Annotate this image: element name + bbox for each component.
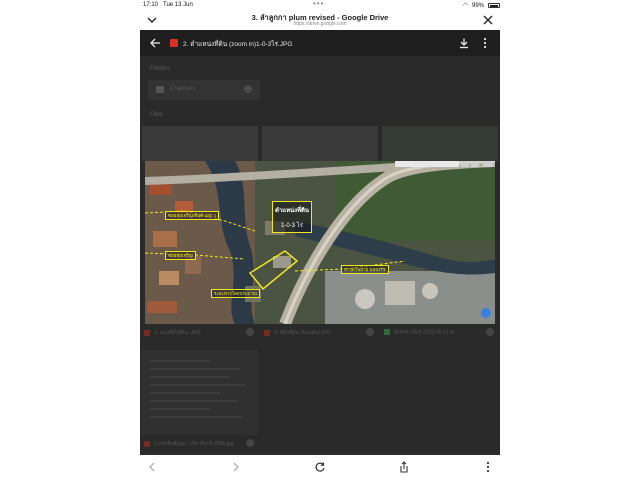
file-thumbnail[interactable]: [142, 126, 258, 161]
image-file-icon: [144, 440, 150, 447]
browser-header: 3. ลำลูกกา plum revised - Google Drive h…: [140, 10, 500, 30]
back-arrow-icon[interactable]: [149, 37, 161, 49]
reload-icon[interactable]: [314, 461, 326, 473]
image-file-icon: [264, 329, 270, 336]
map-callout: ตำแหน่งที่ดิน 1-0-3 ไร่: [272, 201, 312, 233]
image-file-icon: [144, 329, 150, 336]
map-label: ระยะทางโดยประมาณ: [211, 289, 260, 298]
files-heading: Files: [150, 112, 163, 118]
page-url: https://drive.google.com: [293, 21, 347, 27]
more-icon[interactable]: [366, 328, 374, 336]
file-caption: 2. ที่ตั้งที่ดิน (ซ้อนทับ) JPG: [264, 329, 331, 337]
battery-percent: 99%: [471, 2, 484, 9]
download-icon[interactable]: [458, 37, 470, 49]
viewer-toolbar: 2. ตำแหน่งที่ดิน (zoom in)1-0-3ไร่.JPG: [140, 30, 500, 56]
close-icon[interactable]: [482, 14, 494, 26]
more-icon[interactable]: [244, 85, 252, 93]
file-thumbnail[interactable]: [382, 126, 498, 161]
more-icon[interactable]: [486, 328, 494, 336]
file-thumbnail[interactable]: [142, 350, 258, 435]
file-caption: 1. แผนที่ตั้งที่ดิน .JPG: [144, 329, 201, 337]
file-caption: Screen Shot 2023-06-15 at: [384, 329, 454, 335]
more-icon[interactable]: [246, 439, 254, 447]
folder-item[interactable]: Channels: [148, 80, 260, 100]
folder-icon: [156, 86, 164, 93]
image-file-icon: [170, 39, 178, 47]
map-label: ทางด่วนสาย ฉลองรัช: [341, 265, 389, 274]
chevron-down-icon[interactable]: [146, 14, 158, 26]
map-label: ซอยลุ่มเจริญ: [165, 251, 196, 260]
folders-heading: Folders: [150, 66, 171, 72]
ipad-screen: 17:10 Tue 13 Jun ••• ◠ 99% 3. ลำลูกกา pl…: [0, 0, 640, 480]
more-vert-icon[interactable]: [482, 461, 494, 473]
file-caption: 3.หนังสือสัญญา 1ข้อ 20-06-2565.jpg: [144, 440, 233, 448]
more-vert-icon[interactable]: [480, 37, 490, 49]
callout-title: ตำแหน่งที่ดิน: [274, 208, 310, 214]
status-bar: 17:10 Tue 13 Jun ••• ◠ 99%: [0, 0, 640, 10]
forward-icon[interactable]: [230, 461, 242, 473]
back-icon[interactable]: [146, 461, 158, 473]
status-date: Tue 13 Jun: [163, 2, 193, 8]
image-preview[interactable]: ตำแหน่งที่ดิน 1-0-3 ไร่ ซอยลุ่มเจริญเซนต…: [145, 161, 495, 324]
callout-area: 1-0-3 ไร่: [281, 223, 303, 229]
browser-bottom-toolbar: [140, 455, 500, 480]
map-label: ซอยลุ่มเจริญเซนต์ แยก 1: [165, 211, 220, 220]
image-file-icon: [384, 329, 390, 335]
more-icon[interactable]: [246, 328, 254, 336]
multitasking-dots-icon[interactable]: •••: [313, 0, 324, 8]
status-indicators: ◠ 99%: [463, 2, 500, 9]
satellite-map: [145, 161, 495, 324]
status-time: 17:10: [143, 2, 159, 8]
wifi-icon: ◠: [462, 3, 468, 9]
file-thumbnail[interactable]: [262, 126, 378, 161]
battery-icon: [488, 3, 500, 8]
folder-name: Channels: [170, 86, 196, 92]
drive-viewer: Folders Channels Files 1. แผนที่ตั้งที่ด…: [140, 30, 500, 455]
file-name: 2. ตำแหน่งที่ดิน (zoom in)1-0-3ไร่.JPG: [183, 41, 293, 48]
share-icon[interactable]: [398, 461, 410, 473]
